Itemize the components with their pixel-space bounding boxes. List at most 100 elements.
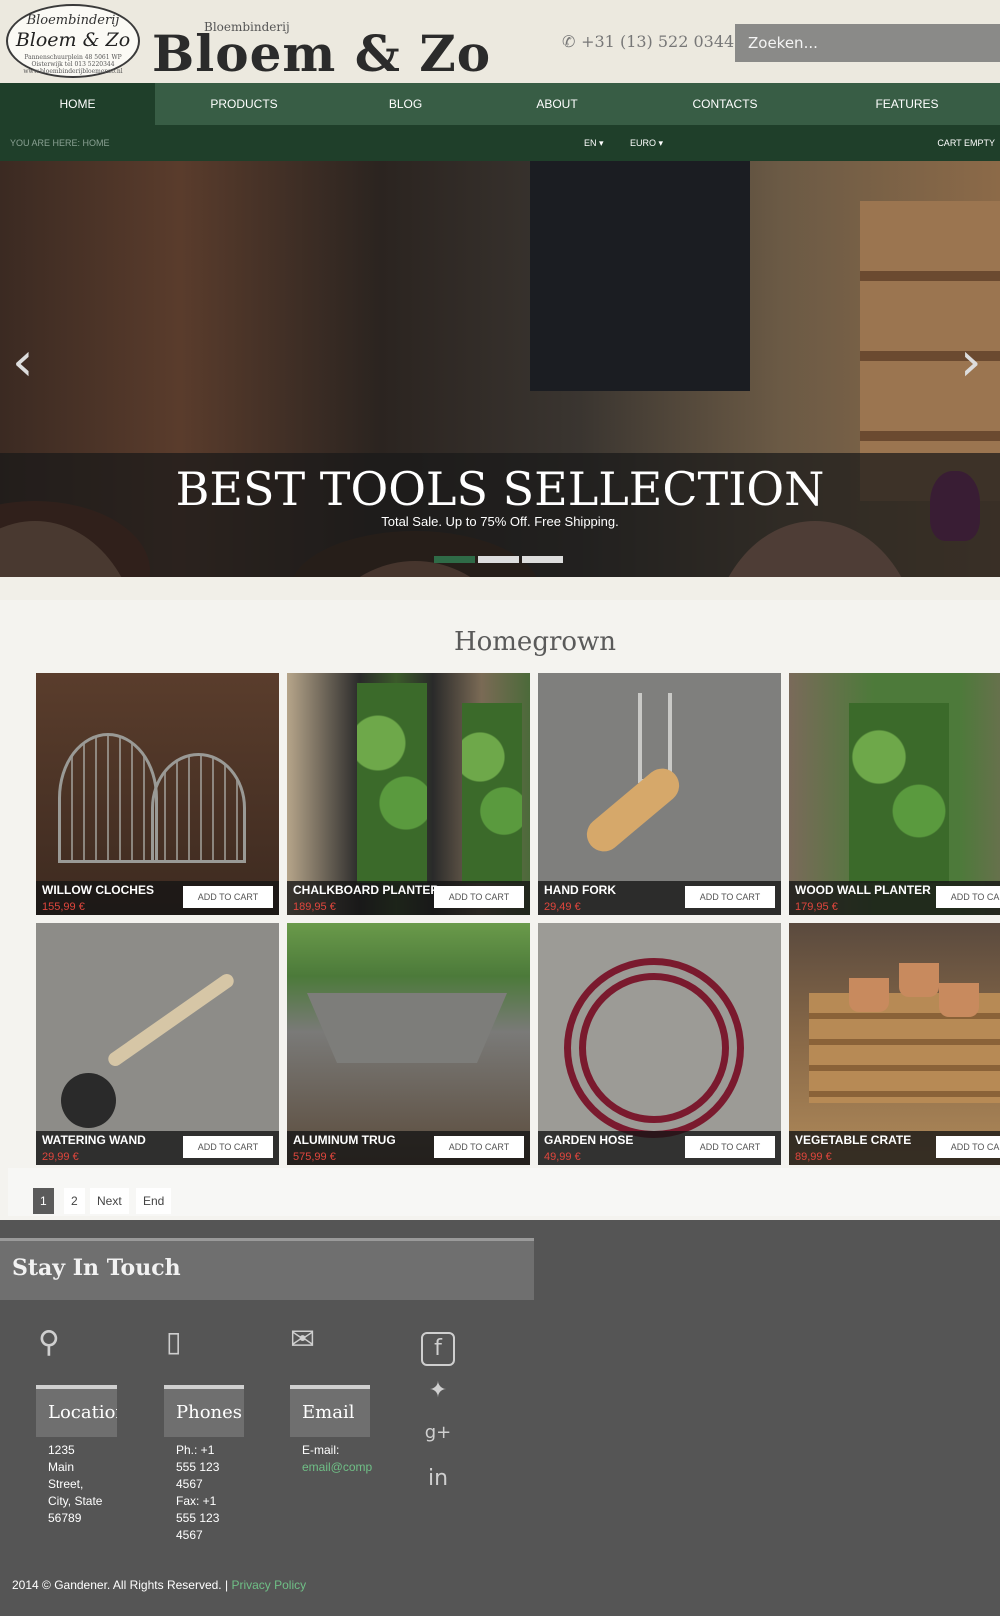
phones-line: 555 123 xyxy=(176,1511,220,1525)
utility-bar: YOU ARE HERE: HOME EN ▾ EURO ▾ CART EMPT… xyxy=(0,125,1000,161)
site-header: Bloembinderij Bloem & Zo Pannenschuurple… xyxy=(0,0,1000,83)
product-name: CHALKBOARD PLANTER xyxy=(293,883,439,897)
language-select[interactable]: EN ▾ xyxy=(584,138,604,149)
product-card[interactable]: ALUMINUM TRUG 575,99 € ADD TO CART xyxy=(287,923,530,1165)
add-to-cart-button[interactable]: ADD TO CART xyxy=(183,886,273,908)
currency-select[interactable]: EURO ▾ xyxy=(630,138,663,149)
product-name: GARDEN HOSE xyxy=(544,1133,634,1147)
email-link[interactable]: email@comp xyxy=(302,1459,372,1476)
linkedin-icon[interactable]: in xyxy=(421,1464,455,1498)
product-name: WILLOW CLOCHES xyxy=(42,883,154,897)
phones-line: Fax: +1 xyxy=(176,1494,217,1508)
nav-item-about[interactable]: ABOUT xyxy=(478,83,636,125)
product-name: WOOD WALL PLANTER xyxy=(795,883,931,897)
logo-badge[interactable]: Bloembinderij Bloem & Zo Pannenschuurple… xyxy=(6,4,140,78)
phone-icon: ✆ xyxy=(562,32,576,51)
phone-text: +31 (13) 522 0344 xyxy=(581,32,735,51)
location-pin-icon: ⚲ xyxy=(38,1325,60,1360)
privacy-policy-link[interactable]: Privacy Policy xyxy=(231,1578,306,1592)
product-name: WATERING WAND xyxy=(42,1133,146,1147)
product-image xyxy=(105,971,237,1069)
product-price: 189,95 € xyxy=(293,901,336,913)
location-line: 1235 xyxy=(48,1443,75,1457)
slider-dot[interactable] xyxy=(522,556,563,563)
section-title: Homegrown xyxy=(453,627,617,657)
nav-item-features[interactable]: FEATURES xyxy=(814,83,1000,125)
email-prefix: E-mail: xyxy=(302,1443,340,1457)
nav-item-products[interactable]: PRODUCTS xyxy=(155,83,333,125)
copyright: 2014 © Gandener. All Rights Reserved. | … xyxy=(12,1578,306,1592)
slider-dot[interactable] xyxy=(434,556,475,563)
email-text: E-mail: email@comp xyxy=(302,1442,372,1476)
phones-text: Ph.: +1 555 123 4567 Fax: +1 555 123 456… xyxy=(176,1442,219,1544)
nav-item-blog[interactable]: BLOG xyxy=(333,83,478,125)
product-card[interactable]: WILLOW CLOCHES 155,99 € ADD TO CART xyxy=(36,673,279,915)
chevron-down-icon: ▾ xyxy=(658,138,664,148)
twitter-icon[interactable]: ✦ xyxy=(421,1376,455,1410)
phones-line: 555 123 xyxy=(176,1460,220,1474)
add-to-cart-button[interactable]: ADD TO CART xyxy=(685,1136,775,1158)
add-to-cart-button[interactable]: ADD TO CART xyxy=(434,1136,524,1158)
product-card[interactable]: WOOD WALL PLANTER 179,95 € ADD TO CART xyxy=(789,673,1000,915)
product-image xyxy=(899,963,939,997)
slider-dot[interactable] xyxy=(478,556,519,563)
nav-item-contacts[interactable]: CONTACTS xyxy=(636,83,814,125)
next-page-button[interactable]: Next xyxy=(90,1188,129,1214)
product-card[interactable]: GARDEN HOSE 49,99 € ADD TO CART xyxy=(538,923,781,1165)
location-line: Main xyxy=(48,1460,75,1474)
page-2-button[interactable]: 2 xyxy=(64,1188,85,1214)
slider-dots xyxy=(434,556,563,563)
mobile-phone-icon: ▯ xyxy=(166,1325,182,1358)
slide-subtitle: Total Sale. Up to 75% Off. Free Shipping… xyxy=(381,514,619,529)
search-input[interactable] xyxy=(735,24,1000,62)
slider-next-icon[interactable]: › xyxy=(960,330,982,393)
hero-image-window xyxy=(530,161,750,391)
product-name: ALUMINUM TRUG xyxy=(293,1133,396,1147)
product-image xyxy=(357,683,427,883)
product-card[interactable]: WATERING WAND 29,99 € ADD TO CART xyxy=(36,923,279,1165)
location-line: 56789 xyxy=(48,1511,82,1525)
cart-status[interactable]: CART EMPTY xyxy=(937,138,995,148)
phones-heading: Phones xyxy=(164,1385,244,1437)
product-card[interactable]: CHALKBOARD PLANTER 189,95 € ADD TO CART xyxy=(287,673,530,915)
slider-prev-icon[interactable]: ‹ xyxy=(12,330,34,393)
phone-number: ✆ +31 (13) 522 0344 xyxy=(562,32,734,51)
footer-title: Stay In Touch xyxy=(12,1255,181,1281)
language-label: EN xyxy=(584,138,597,148)
product-image xyxy=(939,983,979,1017)
product-price: 29,49 € xyxy=(544,901,581,913)
add-to-cart-button[interactable]: ADD TO CART xyxy=(183,1136,273,1158)
phones-line: Ph.: +1 xyxy=(176,1443,215,1457)
product-price: 29,99 € xyxy=(42,1151,79,1163)
product-price: 49,99 € xyxy=(544,1151,581,1163)
add-to-cart-button[interactable]: ADD TO CART xyxy=(936,1136,1000,1158)
product-card[interactable]: HAND FORK 29,49 € ADD TO CART xyxy=(538,673,781,915)
product-image xyxy=(564,958,744,1138)
email-heading: Email xyxy=(290,1385,370,1437)
add-to-cart-button[interactable]: ADD TO CART xyxy=(936,886,1000,908)
facebook-icon[interactable]: f xyxy=(421,1332,455,1366)
page-1-button[interactable]: 1 xyxy=(33,1188,54,1214)
add-to-cart-button[interactable]: ADD TO CART xyxy=(685,886,775,908)
logo-line2: Bloem & Zo xyxy=(15,29,131,51)
chevron-down-icon: ▾ xyxy=(599,138,604,148)
end-page-button[interactable]: End xyxy=(136,1188,172,1214)
breadcrumb: YOU ARE HERE: HOME xyxy=(10,138,110,148)
product-image xyxy=(462,703,522,883)
product-image xyxy=(58,733,158,863)
phones-line: 4567 xyxy=(176,1477,203,1491)
product-image xyxy=(849,978,889,1012)
nav-item-home[interactable]: HOME xyxy=(0,83,155,125)
product-image xyxy=(61,1073,116,1128)
google-plus-icon[interactable]: g+ xyxy=(421,1418,455,1452)
currency-label: EURO xyxy=(630,138,657,148)
add-to-cart-button[interactable]: ADD TO CART xyxy=(434,886,524,908)
product-name: HAND FORK xyxy=(544,883,616,897)
product-card[interactable]: VEGETABLE CRATE 89,99 € ADD TO CART xyxy=(789,923,1000,1165)
product-image xyxy=(849,703,949,883)
logo-line1: Bloembinderij xyxy=(26,13,120,28)
product-name: VEGETABLE CRATE xyxy=(795,1133,912,1147)
product-price: 89,99 € xyxy=(795,1151,832,1163)
location-text: 1235 Main Street, City, State 56789 xyxy=(48,1442,102,1527)
product-image xyxy=(151,753,246,863)
